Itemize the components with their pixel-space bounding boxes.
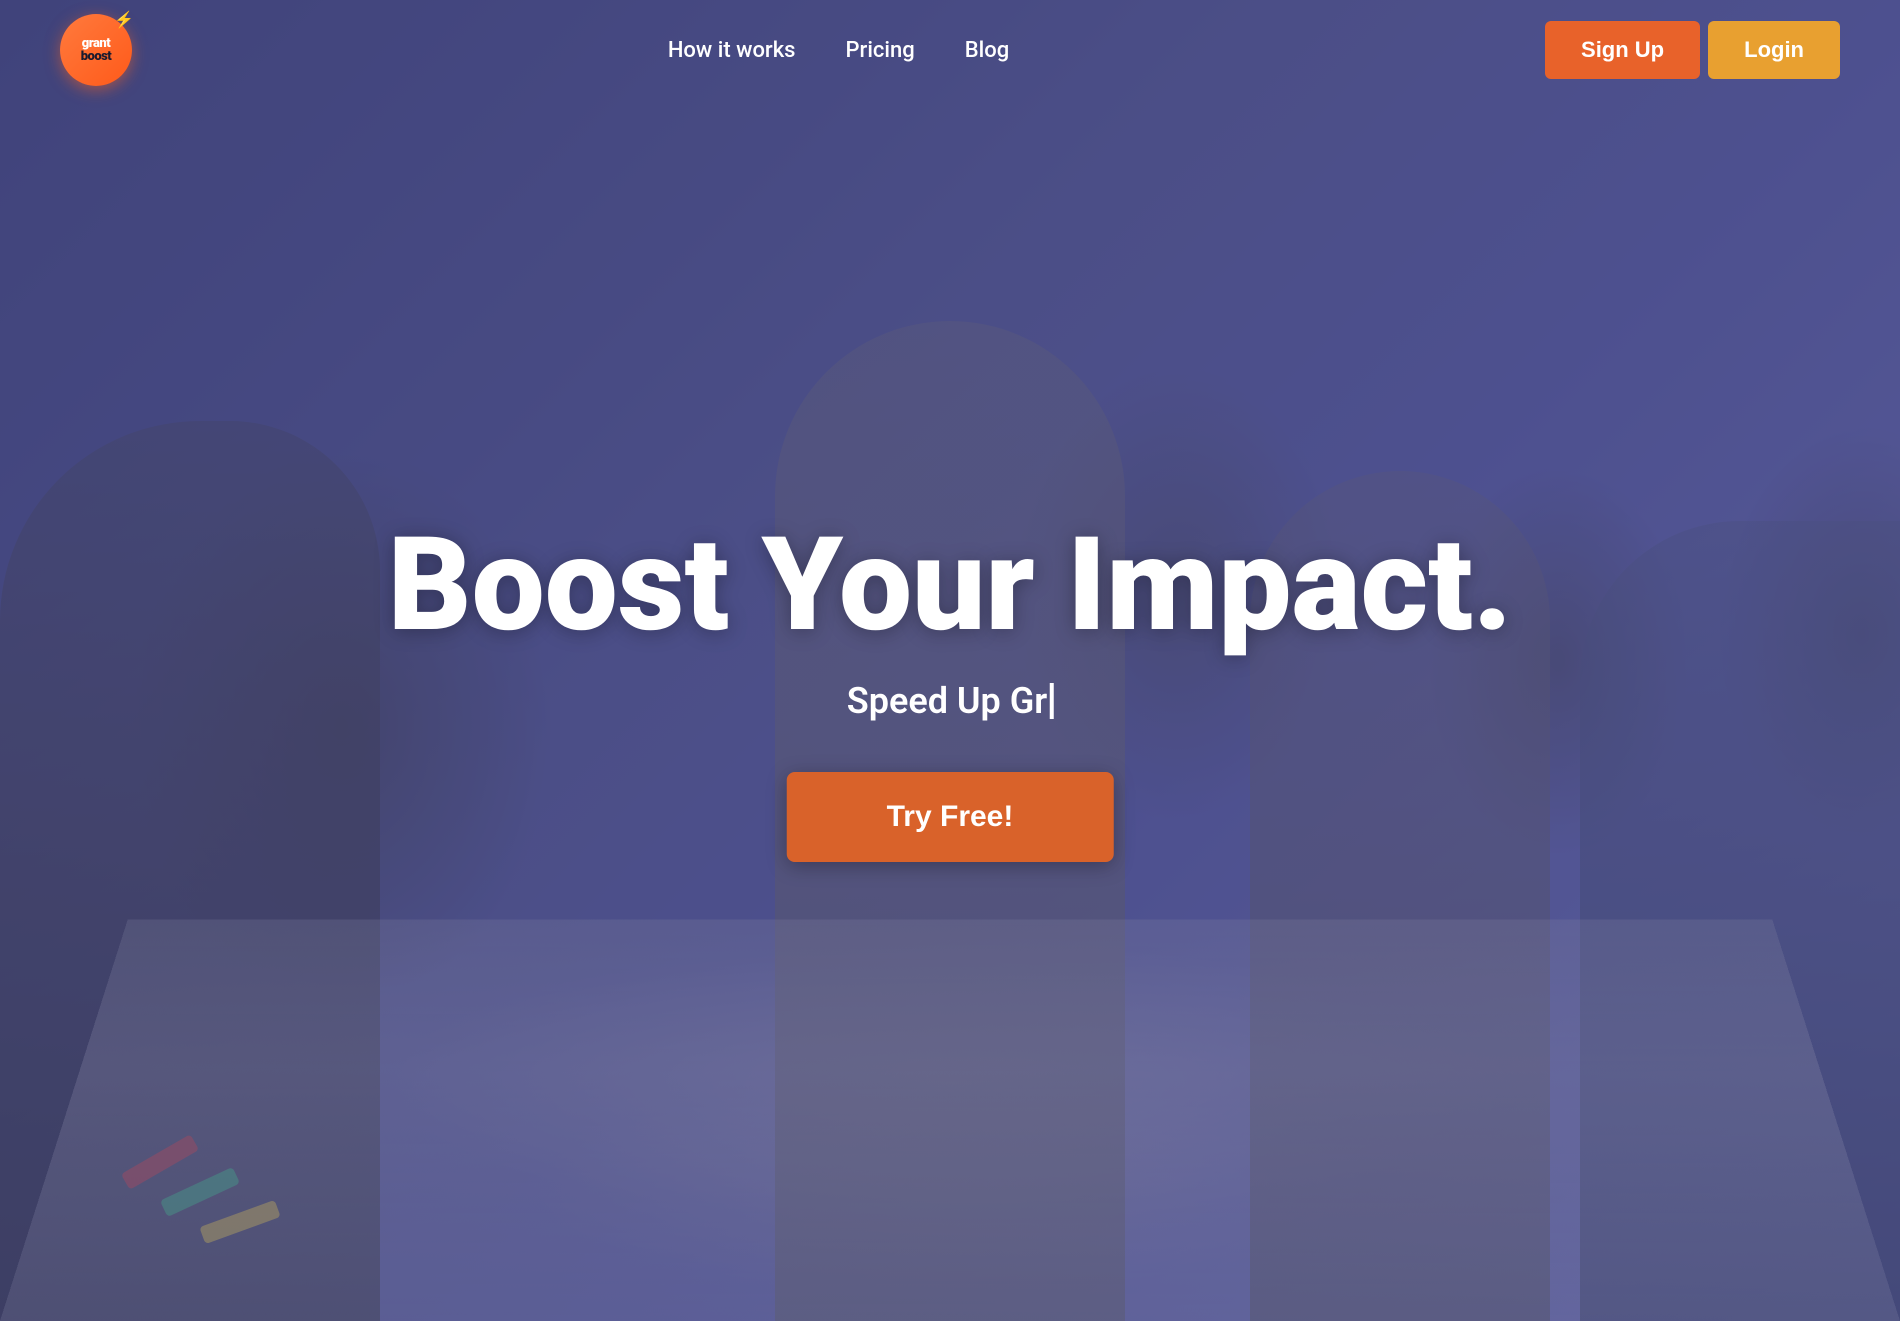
logo-circle: grant boost ⚡ [60, 14, 132, 86]
lightning-icon: ⚡ [114, 10, 134, 29]
logo[interactable]: grant boost ⚡ [60, 14, 132, 86]
login-button[interactable]: Login [1708, 21, 1840, 79]
nav-buttons: Sign Up Login [1545, 21, 1840, 79]
hero-content: Boost Your Impact. Speed Up Gr Try Free! [388, 520, 1513, 862]
navbar: grant boost ⚡ How it works Pricing Blog … [0, 0, 1900, 100]
hero-section: grant boost ⚡ How it works Pricing Blog … [0, 0, 1900, 1321]
hero-headline: Boost Your Impact. [388, 520, 1513, 650]
text-cursor [1049, 683, 1053, 719]
hero-subheadline: Speed Up Gr [388, 680, 1513, 722]
hero-subheadline-text: Speed Up Gr [847, 680, 1048, 722]
nav-link-blog[interactable]: Blog [965, 38, 1009, 63]
signup-button[interactable]: Sign Up [1545, 21, 1700, 79]
nav-link-how-it-works[interactable]: How it works [668, 38, 796, 63]
nav-link-pricing[interactable]: Pricing [846, 38, 915, 63]
nav-links: How it works Pricing Blog [668, 38, 1009, 63]
logo-text-boost: boost [81, 50, 112, 63]
try-free-button[interactable]: Try Free! [787, 772, 1114, 862]
